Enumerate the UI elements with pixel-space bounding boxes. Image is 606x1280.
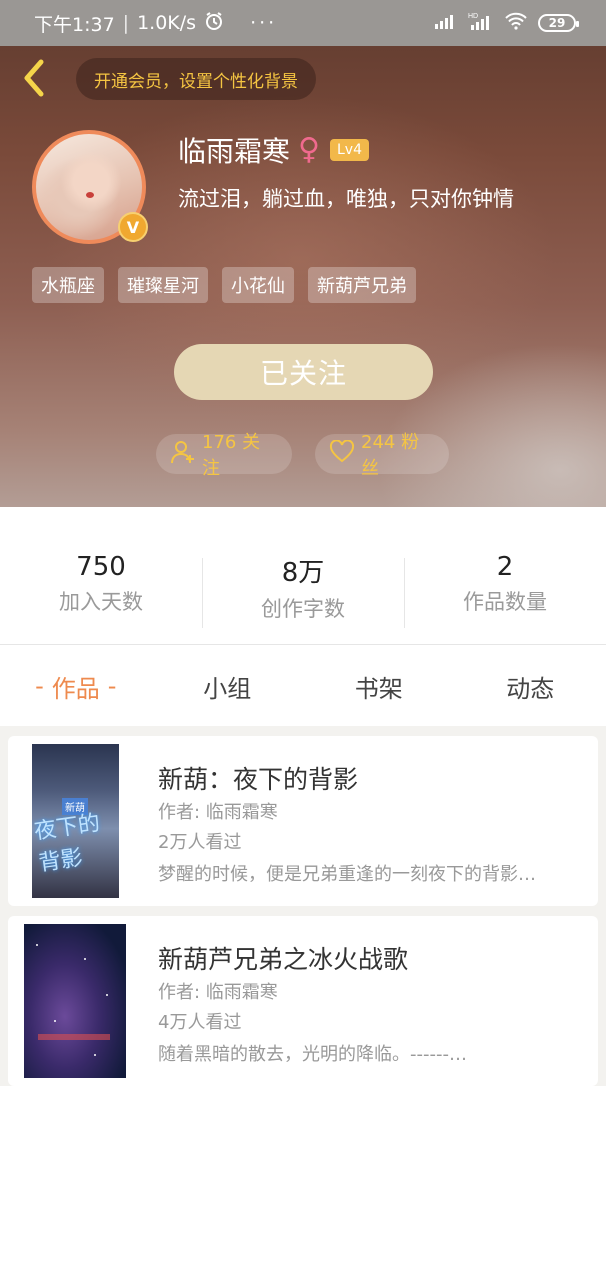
book-cover: 新葫 夜下的背影	[32, 744, 119, 898]
fans-button[interactable]: 244 粉丝	[315, 432, 449, 479]
work-card[interactable]: 新葫芦兄弟之冰火战歌 作者: 临雨霜寒 4万人看过 随着黑暗的散去，光明的降临。…	[8, 916, 598, 1086]
status-time: 下午1:37	[34, 13, 115, 36]
cover-star	[84, 958, 86, 960]
stat-label: 加入天数	[59, 590, 143, 614]
follow-button[interactable]: 已关注	[174, 344, 433, 400]
signal-icon	[434, 12, 458, 35]
user-signature: 流过泪，躺过血，唯独，只对你钟情	[178, 187, 514, 211]
tag-item[interactable]: 新葫芦兄弟	[308, 267, 416, 303]
book-description: 梦醒的时候，便是兄弟重逢的一刻夜下的背影…	[158, 864, 536, 885]
fans-count: 244 粉丝	[361, 432, 420, 479]
cover-star	[54, 1020, 56, 1022]
stat-value: 2	[496, 552, 514, 582]
tag-item[interactable]: 小花仙	[222, 267, 294, 303]
book-views: 4万人看过	[158, 1012, 242, 1033]
level-badge: Lv4	[330, 139, 369, 161]
cover-star	[36, 944, 38, 946]
verified-badge: V	[118, 212, 148, 242]
tab-active-dash: -	[35, 672, 44, 700]
avatar[interactable]: V	[32, 130, 148, 244]
alarm-icon	[204, 11, 224, 36]
vip-background-prompt[interactable]: 开通会员，设置个性化背景	[76, 58, 316, 100]
cover-star	[94, 1054, 96, 1056]
cover-star	[106, 994, 108, 996]
book-title: 新葫芦兄弟之冰火战歌	[158, 945, 409, 974]
tab-label: 小组	[203, 674, 252, 703]
user-tags: 水瓶座 璀璨星河 小花仙 新葫芦兄弟	[32, 267, 416, 303]
wifi-icon	[504, 12, 528, 35]
more-dots-icon: ···	[250, 12, 278, 34]
cover-title: 夜下的背影	[32, 810, 102, 877]
book-views: 2万人看过	[158, 832, 242, 853]
stat-value: 750	[76, 552, 126, 582]
stat-label: 创作字数	[261, 597, 345, 621]
divider	[0, 644, 606, 645]
user-name-row: 临雨霜寒 ♀ Lv4	[178, 130, 369, 170]
cover-title-strip	[38, 1034, 110, 1040]
work-card[interactable]: 新葫 夜下的背影 新葫：夜下的背影 作者: 临雨霜寒 2万人看过 梦醒的时候，便…	[8, 736, 598, 906]
username: 临雨霜寒	[178, 135, 291, 168]
tab-label: 作品	[51, 674, 100, 703]
book-author: 作者: 临雨霜寒	[158, 802, 278, 823]
stat-join-days: 750 加入天数	[0, 552, 202, 632]
book-cover	[24, 924, 126, 1078]
status-separator: |	[122, 12, 130, 34]
tab-bookshelf[interactable]: 书架	[303, 656, 455, 716]
tab-activity[interactable]: 动态	[455, 656, 606, 716]
book-author: 作者: 临雨霜寒	[158, 982, 278, 1003]
follows-button[interactable]: 176 关注	[156, 432, 292, 479]
tab-label: 书架	[354, 674, 403, 703]
stat-value: 8万	[281, 558, 325, 588]
tab-groups[interactable]: 小组	[152, 656, 304, 716]
tab-works[interactable]: - 作品 -	[0, 656, 152, 716]
signal-hd-icon: HD	[468, 11, 494, 36]
tab-active-dash: -	[107, 672, 117, 700]
female-gender-icon: ♀	[298, 132, 320, 167]
heart-icon	[329, 438, 355, 469]
status-bar: 下午1:37 | 1.0K/s ··· HD 29	[0, 0, 606, 46]
stats-row: 750 加入天数 8万 创作字数 2 作品数量	[0, 552, 606, 632]
stat-label: 作品数量	[463, 590, 547, 614]
stat-word-count: 8万 创作字数	[202, 552, 404, 632]
tab-label: 动态	[506, 674, 555, 703]
back-button[interactable]	[14, 58, 54, 102]
chevron-left-icon	[21, 59, 47, 101]
tag-item[interactable]: 璀璨星河	[118, 267, 208, 303]
user-plus-icon	[170, 439, 196, 470]
book-description: 随着黑暗的散去，光明的降临。------…	[158, 1044, 467, 1065]
avatar-eye	[86, 192, 94, 198]
profile-tabs: - 作品 - 小组 书架 动态	[0, 656, 606, 716]
stat-works-count: 2 作品数量	[404, 552, 606, 632]
svg-text:HD: HD	[468, 13, 478, 20]
book-title: 新葫：夜下的背影	[158, 765, 359, 794]
battery-icon: 29	[538, 14, 579, 32]
follows-count: 176 关注	[202, 432, 261, 479]
tag-item[interactable]: 水瓶座	[32, 267, 104, 303]
status-speed: 1.0K/s	[137, 12, 197, 34]
